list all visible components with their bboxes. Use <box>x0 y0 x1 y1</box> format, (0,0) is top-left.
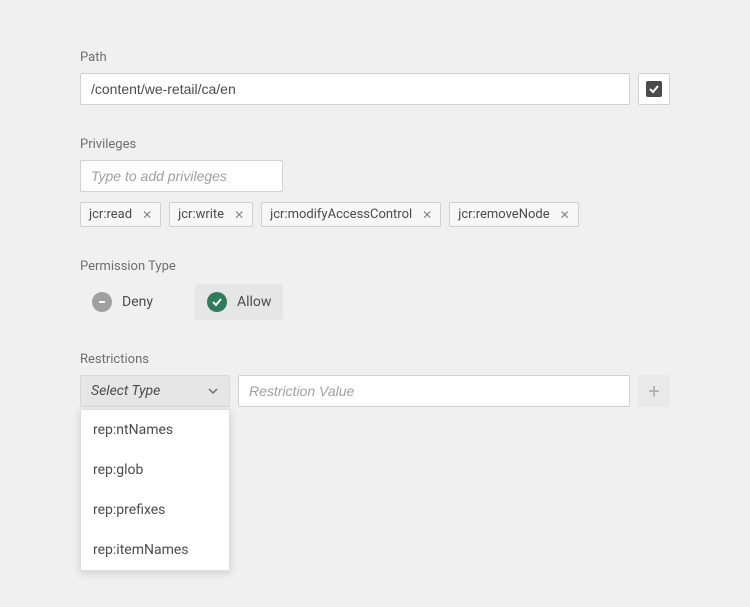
permission-section: Permission Type Deny Allow <box>80 259 670 320</box>
privilege-tag: jcr:removeNode ✕ <box>449 202 578 227</box>
dropdown-option[interactable]: rep:ntNames <box>81 410 229 450</box>
allow-option[interactable]: Allow <box>195 284 283 320</box>
restrictions-section: Restrictions Select Type rep:ntNames rep… <box>80 352 670 407</box>
deny-label: Deny <box>122 294 153 310</box>
restriction-type-select[interactable]: Select Type <box>80 375 230 407</box>
path-label: Path <box>80 50 670 65</box>
path-section: Path <box>80 50 670 105</box>
privileges-section: Privileges jcr:read ✕ jcr:write ✕ jcr:mo… <box>80 137 670 227</box>
allow-label: Allow <box>237 294 271 310</box>
dropdown-option[interactable]: rep:prefixes <box>81 490 229 530</box>
check-icon <box>646 81 662 97</box>
chevron-down-icon <box>207 385 219 397</box>
privileges-label: Privileges <box>80 137 670 152</box>
plus-icon: + <box>648 379 659 403</box>
path-checkbox[interactable] <box>638 73 670 105</box>
privileges-tags: jcr:read ✕ jcr:write ✕ jcr:modifyAccessC… <box>80 202 670 227</box>
privilege-tag: jcr:write ✕ <box>169 202 253 227</box>
tag-label: jcr:modifyAccessControl <box>270 207 412 222</box>
dropdown-option[interactable]: rep:itemNames <box>81 530 229 570</box>
deny-option[interactable]: Deny <box>80 284 165 320</box>
tag-label: jcr:write <box>178 207 224 222</box>
tag-label: jcr:read <box>89 207 132 222</box>
tag-label: jcr:removeNode <box>458 207 549 222</box>
close-icon[interactable]: ✕ <box>234 208 244 222</box>
permission-label: Permission Type <box>80 259 670 274</box>
close-icon[interactable]: ✕ <box>142 208 152 222</box>
restriction-value-input[interactable] <box>238 375 630 407</box>
close-icon[interactable]: ✕ <box>422 208 432 222</box>
privilege-tag: jcr:modifyAccessControl ✕ <box>261 202 441 227</box>
add-restriction-button[interactable]: + <box>638 375 670 407</box>
path-input[interactable] <box>80 73 630 105</box>
close-icon[interactable]: ✕ <box>560 208 570 222</box>
privilege-tag: jcr:read ✕ <box>80 202 161 227</box>
check-circle-icon <box>207 292 227 312</box>
dropdown-option[interactable]: rep:glob <box>81 450 229 490</box>
minus-icon <box>92 292 112 312</box>
select-label: Select Type <box>91 383 160 399</box>
restrictions-label: Restrictions <box>80 352 670 367</box>
privileges-input[interactable] <box>80 160 283 192</box>
restriction-type-dropdown: rep:ntNames rep:glob rep:prefixes rep:it… <box>80 409 230 571</box>
